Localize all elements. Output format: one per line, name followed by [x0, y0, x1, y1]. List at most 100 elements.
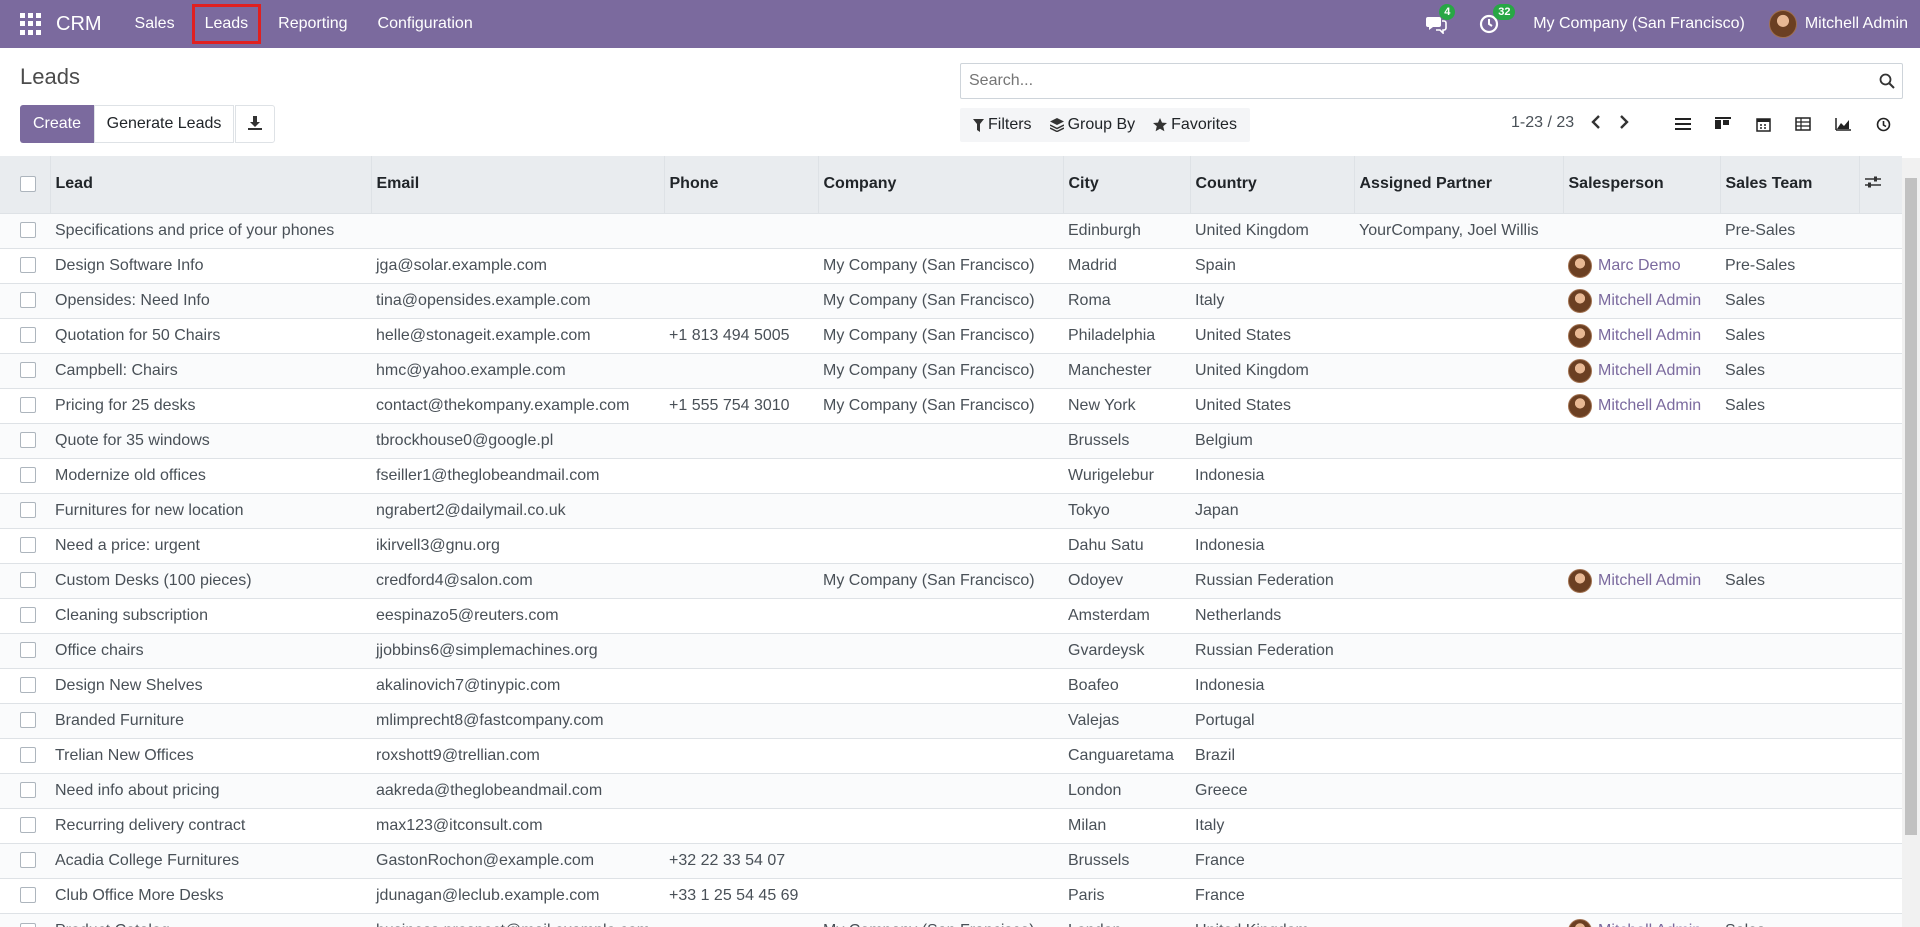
menu-sales[interactable]: Sales — [120, 0, 190, 48]
create-button[interactable]: Create — [20, 105, 94, 143]
filters-button[interactable]: Filters — [964, 116, 1041, 134]
row-select-cell[interactable] — [0, 703, 50, 738]
menu-configuration[interactable]: Configuration — [363, 0, 488, 48]
table-row[interactable]: Specifications and price of your phones E… — [0, 213, 1902, 248]
search-input[interactable] — [967, 71, 1872, 91]
row-checkbox[interactable] — [20, 677, 36, 694]
row-select-cell[interactable] — [0, 423, 50, 458]
table-row[interactable]: Design Software Info jga@solar.example.co… — [0, 248, 1902, 283]
row-checkbox[interactable] — [20, 922, 36, 927]
row-checkbox[interactable] — [20, 397, 36, 414]
row-checkbox[interactable] — [20, 292, 36, 309]
export-button[interactable] — [235, 105, 275, 143]
list-view-button[interactable] — [1663, 108, 1703, 140]
row-checkbox[interactable] — [20, 222, 36, 239]
salesperson-name[interactable]: Mitchell Admin — [1598, 292, 1701, 309]
table-row[interactable]: Club Office More Desks jdunagan@leclub.ex… — [0, 878, 1902, 913]
row-select-cell[interactable] — [0, 283, 50, 318]
row-select-cell[interactable] — [0, 353, 50, 388]
search-button[interactable] — [1872, 73, 1902, 89]
table-row[interactable]: Quotation for 50 Chairs helle@stonageit.e… — [0, 318, 1902, 353]
generate-leads-button[interactable]: Generate Leads — [94, 105, 234, 143]
row-checkbox[interactable] — [20, 712, 36, 729]
column-header-lead[interactable]: Lead — [49, 156, 371, 213]
table-row[interactable]: Need a price: urgent ikirvell3@gnu.org Dah… — [0, 528, 1902, 563]
select-all-checkbox[interactable] — [20, 176, 36, 193]
row-select-cell[interactable] — [0, 458, 50, 493]
column-header-city[interactable]: City — [1062, 156, 1190, 213]
row-select-cell[interactable] — [0, 878, 50, 913]
graph-view-button[interactable] — [1823, 108, 1863, 140]
select-all-cell[interactable] — [0, 156, 50, 213]
row-select-cell[interactable] — [0, 843, 50, 878]
table-row[interactable]: Opensides: Need Info tina@opensides.examp… — [0, 283, 1902, 318]
kanban-view-button[interactable] — [1703, 108, 1743, 140]
scrollbar-thumb[interactable] — [1905, 178, 1917, 835]
table-row[interactable]: Custom Desks (100 pieces) credford4@salon… — [0, 563, 1902, 598]
table-row[interactable]: Product Catalogbusiness.prospect@mail.ex… — [0, 913, 1902, 927]
favorites-button[interactable]: Favorites — [1144, 116, 1246, 134]
salesperson-name[interactable]: Mitchell Admin — [1598, 362, 1701, 379]
column-header-company[interactable]: Company — [817, 156, 1063, 213]
row-checkbox[interactable] — [20, 642, 36, 659]
column-header-salesperson[interactable]: Salesperson — [1562, 156, 1720, 213]
row-checkbox[interactable] — [20, 467, 36, 484]
row-select-cell[interactable] — [0, 773, 50, 808]
salesperson-name[interactable]: Marc Demo — [1598, 257, 1681, 274]
calendar-view-button[interactable] — [1743, 108, 1783, 140]
salesperson-name[interactable]: Mitchell Admin — [1598, 327, 1701, 344]
table-row[interactable]: Campbell: Chairs hmc@yahoo.example.com My … — [0, 353, 1902, 388]
row-checkbox[interactable] — [20, 432, 36, 449]
apps-menu-icon[interactable] — [20, 13, 42, 35]
row-select-cell[interactable] — [0, 563, 50, 598]
row-checkbox[interactable] — [20, 327, 36, 344]
pager-next[interactable] — [1618, 114, 1630, 135]
row-select-cell[interactable] — [0, 668, 50, 703]
column-header-sales-team[interactable]: Sales Team — [1719, 156, 1859, 213]
menu-leads[interactable]: Leads — [190, 2, 264, 46]
row-select-cell[interactable] — [0, 388, 50, 423]
row-checkbox[interactable] — [20, 572, 36, 589]
row-checkbox[interactable] — [20, 257, 36, 274]
app-brand[interactable]: CRM — [56, 13, 102, 36]
user-menu[interactable]: Mitchell Admin — [1768, 10, 1908, 38]
row-checkbox[interactable] — [20, 817, 36, 834]
table-row[interactable]: Recurring delivery contract max123@itcons… — [0, 808, 1902, 843]
table-row[interactable]: Trelian New Offices roxshott9@trellian.co… — [0, 738, 1902, 773]
vertical-scrollbar[interactable] — [1902, 158, 1920, 927]
row-checkbox[interactable] — [20, 782, 36, 799]
table-row[interactable]: Quote for 35 windows tbrockhouse0@google.… — [0, 423, 1902, 458]
row-checkbox[interactable] — [20, 362, 36, 379]
menu-reporting[interactable]: Reporting — [263, 0, 362, 48]
row-select-cell[interactable] — [0, 248, 50, 283]
pager-value[interactable]: 1-23 / 23 — [1511, 114, 1574, 132]
table-row[interactable]: Office chairs jjobbins6@simplemachines.or… — [0, 633, 1902, 668]
row-select-cell[interactable] — [0, 913, 50, 927]
row-checkbox[interactable] — [20, 607, 36, 624]
salesperson-name[interactable]: Mitchell Admin — [1598, 922, 1701, 927]
row-select-cell[interactable] — [0, 318, 50, 353]
groupby-button[interactable]: Group By — [1041, 116, 1145, 134]
row-checkbox[interactable] — [20, 887, 36, 904]
optional-columns-toggle[interactable] — [1858, 156, 1902, 213]
row-select-cell[interactable] — [0, 598, 50, 633]
activities-button[interactable]: 32 — [1479, 4, 1516, 34]
table-row[interactable]: Pricing for 25 desks contact@thekompany.e… — [0, 388, 1902, 423]
row-select-cell[interactable] — [0, 493, 50, 528]
row-select-cell[interactable] — [0, 213, 50, 248]
table-row[interactable]: Cleaning subscription eespinazo5@reuters.… — [0, 598, 1902, 633]
table-row[interactable]: Modernize old offices fseiller1@theglobea… — [0, 458, 1902, 493]
table-row[interactable]: Acadia College Furnitures GastonRochon@ex… — [0, 843, 1902, 878]
salesperson-name[interactable]: Mitchell Admin — [1598, 397, 1701, 414]
column-header-assigned-partner[interactable]: Assigned Partner — [1353, 156, 1563, 213]
pivot-view-button[interactable] — [1783, 108, 1823, 140]
company-switcher[interactable]: My Company (San Francisco) — [1533, 15, 1745, 33]
row-checkbox[interactable] — [20, 537, 36, 554]
row-checkbox[interactable] — [20, 747, 36, 764]
table-row[interactable]: Furnitures for new location ngrabert2@dai… — [0, 493, 1902, 528]
activity-view-button[interactable] — [1863, 108, 1903, 140]
pager-previous[interactable] — [1590, 114, 1602, 135]
row-checkbox[interactable] — [20, 852, 36, 869]
table-row[interactable]: Branded Furniture mlimprecht8@fastcompany… — [0, 703, 1902, 738]
messages-button[interactable]: 4 — [1425, 4, 1456, 35]
